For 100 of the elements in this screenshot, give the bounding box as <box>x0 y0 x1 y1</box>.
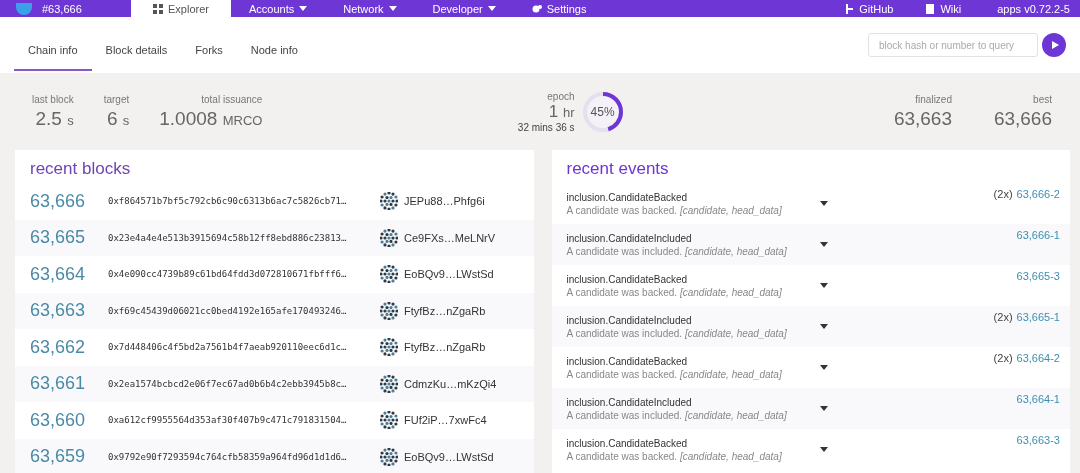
stat-value: 63,666 <box>993 107 1052 130</box>
menu-item[interactable]: Network <box>325 0 415 17</box>
identicon-icon <box>380 374 398 393</box>
menu-item[interactable]: Explorer <box>131 0 231 17</box>
event-link[interactable]: 63,664-1 <box>1016 393 1060 405</box>
remaining-time: 32 mins 36 s <box>517 121 575 133</box>
block-number-link[interactable]: 63,663 <box>30 300 108 322</box>
event-description: A candidate was backed. [candidate, head_data] <box>566 368 783 380</box>
author-address: CdmzKu…mKzQi4 <box>404 377 497 390</box>
author-address: EoBQv9…LWstSd <box>404 268 494 281</box>
identicon-icon <box>380 301 398 320</box>
block-number-link[interactable]: 63,661 <box>30 373 108 395</box>
block-number-link[interactable]: 63,662 <box>30 336 108 358</box>
caret-icon <box>299 6 308 11</box>
book-icon <box>925 3 936 14</box>
block-hash: 0x7d448406c4f5bd2a7561b4f7aeab920110eec6d1c… <box>108 342 348 353</box>
event-count: (2x) <box>993 311 1013 323</box>
tab[interactable]: Chain info <box>14 24 92 71</box>
event-description: A candidate was included. [candidate, head_data] <box>566 327 788 339</box>
caret-icon <box>388 6 397 11</box>
panel-title: recent events <box>565 158 670 180</box>
event-description: A candidate was backed. [candidate, head_data] <box>566 450 783 462</box>
block-number-link[interactable]: 63,660 <box>30 409 108 431</box>
progress-percent: 45% <box>589 104 616 119</box>
stat-label: finalized <box>915 93 952 105</box>
event-link[interactable]: 63,666-1 <box>1016 229 1060 241</box>
block-number-link[interactable]: 63,666 <box>30 190 108 212</box>
panel-title: recent blocks <box>29 158 132 180</box>
caret-icon[interactable] <box>819 324 828 329</box>
grid-icon <box>153 3 163 14</box>
stat-value: 1 hr <box>548 101 575 122</box>
event-name: inclusion.CandidateBacked <box>566 273 689 285</box>
identicon-icon <box>380 338 398 357</box>
logo-icon <box>16 2 32 15</box>
tab[interactable]: Node info <box>236 24 312 71</box>
caret-icon[interactable] <box>819 283 828 288</box>
author-address: FtyfBz…nZgaRb <box>404 341 486 354</box>
stat-label: total issuance <box>201 93 263 105</box>
author-address: FUf2iP…7xwFc4 <box>404 414 487 427</box>
event-description: A candidate was backed. [candidate, head_data] <box>566 204 783 216</box>
event-name: inclusion.CandidateBacked <box>566 437 689 449</box>
caret-icon[interactable] <box>819 242 828 247</box>
block-hash: 0x23e4a4e4e513b3915694c58b12ff8ebd886c23813… <box>108 232 348 243</box>
block-hash: 0xf864571b7bf5c792cb6c90c6313b6ac7c5826cb71… <box>108 196 348 207</box>
event-name: inclusion.CandidateIncluded <box>566 396 693 408</box>
stat-label: epoch <box>547 90 575 102</box>
caret-icon[interactable] <box>819 365 828 370</box>
tab[interactable]: Forks <box>181 24 237 71</box>
author-address: FtyfBz…nZgaRb <box>404 304 486 317</box>
block-hash: 0xa612cf9955564d353af30f407b9c471c791831504… <box>108 415 348 426</box>
block-hash: 0x2ea1574bcbcd2e06f7ec67ad0b6b4c2ebb3945b8c… <box>108 378 348 389</box>
search-field[interactable]: block hash or number to query <box>868 33 1038 57</box>
identicon-icon <box>380 265 398 284</box>
author-address: JEPu88…Phfg6i <box>404 195 485 208</box>
event-link[interactable]: 63,665-3 <box>1016 270 1060 282</box>
play-button[interactable] <box>1042 33 1066 57</box>
menu-item[interactable]: Settings <box>513 0 605 17</box>
event-name: inclusion.CandidateBacked <box>566 191 689 203</box>
menu-item[interactable]: Developer <box>414 0 514 17</box>
stat-label: target <box>103 93 130 105</box>
identicon-icon <box>380 447 398 466</box>
nav-link[interactable]: GitHub <box>828 0 910 17</box>
settings-icon <box>531 3 542 14</box>
caret-icon[interactable] <box>819 201 828 206</box>
tab[interactable]: Block details <box>91 24 182 71</box>
event-link[interactable]: 63,664-2 <box>1016 352 1060 364</box>
menu-item[interactable]: Accounts <box>230 0 326 17</box>
author-address: Ce9FXs…MeLNrV <box>404 231 496 244</box>
event-count: (2x) <box>993 188 1013 200</box>
event-link[interactable]: 63,663-3 <box>1016 434 1060 446</box>
identicon-icon <box>380 411 398 430</box>
identicon-icon <box>380 228 398 247</box>
event-name: inclusion.CandidateIncluded <box>566 232 693 244</box>
event-description: A candidate was included. [candidate, head_data] <box>566 245 788 257</box>
event-name: inclusion.CandidateBacked <box>566 355 689 367</box>
stat-value: 2.5 s <box>35 107 74 130</box>
event-link[interactable]: 63,666-2 <box>1016 188 1060 200</box>
stat-label: best <box>1033 93 1052 105</box>
identicon-icon <box>380 192 398 211</box>
branch-icon <box>844 3 855 14</box>
event-description: A candidate was included. [candidate, head_data] <box>566 409 788 421</box>
block-hash: 0x4e090cc4739b89c61bd64fdd3d072810671fbfff6… <box>108 269 348 280</box>
stat-value: 63,663 <box>893 107 952 130</box>
block-number-link[interactable]: 63,665 <box>30 227 108 249</box>
caret-icon[interactable] <box>819 406 828 411</box>
event-link[interactable]: 63,665-1 <box>1016 311 1060 323</box>
nav-link[interactable]: Wiki <box>909 0 978 17</box>
block-number-link[interactable]: 63,659 <box>30 446 108 468</box>
block-number-link[interactable]: 63,664 <box>30 263 108 285</box>
event-description: A candidate was backed. [candidate, head_data] <box>566 286 783 298</box>
block-hash: 0xf69c45439d06021cc0bed4192e165afe170493246… <box>108 305 348 316</box>
caret-icon[interactable] <box>819 447 828 452</box>
version-label: apps v0.72.2-5 <box>997 2 1070 15</box>
block-number: #63,666 <box>42 2 82 15</box>
stat-label: last block <box>32 93 74 105</box>
event-count: (2x) <box>993 352 1013 364</box>
stat-value: 1.0008 MRCO <box>159 107 263 130</box>
block-hash: 0x9792e90f7293594c764cfb58359a964fd96d1d1d6… <box>108 451 348 462</box>
caret-icon <box>487 6 496 11</box>
author-address: EoBQv9…LWstSd <box>404 450 494 463</box>
